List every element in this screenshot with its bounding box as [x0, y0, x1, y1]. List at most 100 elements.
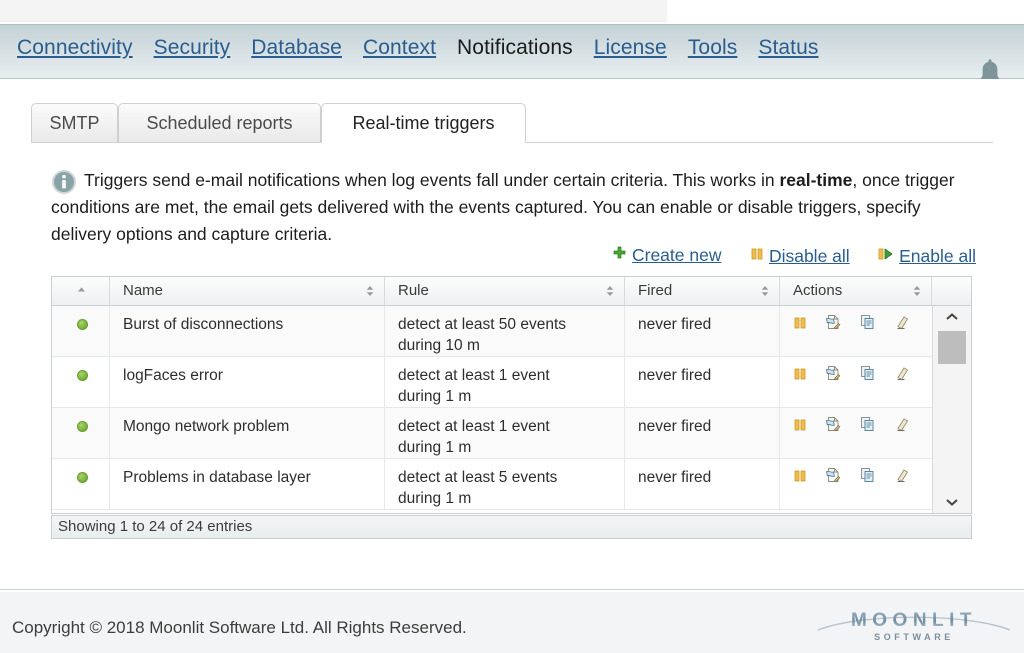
- copy-icon[interactable]: [860, 314, 876, 336]
- row-status-cell: [52, 357, 110, 408]
- pause-play-icon: [878, 247, 894, 266]
- table-header-spacer: [932, 277, 971, 305]
- row-actions-cell: [780, 408, 932, 459]
- table-vertical-scrollbar[interactable]: [932, 306, 971, 513]
- table-header-status[interactable]: [52, 277, 110, 305]
- info-text-emphasis: real-time: [779, 170, 853, 190]
- rule-line-1: detect at least 50 events: [398, 316, 567, 333]
- scrollbar-thumb[interactable]: [938, 331, 966, 364]
- tab-scheduled-reports[interactable]: Scheduled reports: [118, 103, 321, 143]
- erase-icon[interactable]: [894, 365, 910, 387]
- nav-item-database[interactable]: Database: [251, 36, 342, 60]
- row-actions-cell: [780, 306, 932, 357]
- tab-real-time-triggers[interactable]: Real-time triggers: [321, 103, 526, 143]
- erase-icon[interactable]: [894, 314, 910, 336]
- pause-icon[interactable]: [793, 315, 807, 336]
- row-name-cell: Burst of disconnections: [110, 306, 385, 357]
- status-enabled-icon: [77, 472, 88, 483]
- status-enabled-icon: [77, 421, 88, 432]
- pause-icon[interactable]: [793, 366, 807, 387]
- table-header-rule-label: Rule: [398, 282, 429, 299]
- table-row[interactable]: Problems in database layer detect at lea…: [52, 459, 932, 510]
- table-status-bar: Showing 1 to 24 of 24 entries: [51, 515, 972, 539]
- erase-icon[interactable]: [894, 416, 910, 438]
- tab-smtp[interactable]: SMTP: [31, 103, 118, 143]
- table-header-actions[interactable]: Actions: [780, 277, 932, 305]
- test-trigger-icon[interactable]: [825, 314, 841, 336]
- rule-line-2: during 1 m: [398, 439, 472, 456]
- nav-item-context[interactable]: Context: [363, 36, 436, 60]
- row-status-cell: [52, 306, 110, 357]
- rule-line-1: detect at least 1 event: [398, 418, 550, 435]
- pause-icon[interactable]: [793, 468, 807, 489]
- status-enabled-icon: [77, 370, 88, 381]
- row-name-cell: logFaces error: [110, 357, 385, 408]
- row-status-cell: [52, 459, 110, 510]
- nav-item-tools[interactable]: Tools: [688, 36, 738, 60]
- row-fired-cell: never fired: [625, 306, 780, 357]
- enable-all-button[interactable]: Enable all: [878, 246, 976, 267]
- rule-line-2: during 1 m: [398, 388, 472, 405]
- table-header-fired[interactable]: Fired: [625, 277, 780, 305]
- browser-top-strip: [0, 0, 1024, 24]
- test-trigger-icon[interactable]: [825, 467, 841, 489]
- row-rule-cell: detect at least 1 event during 1 m: [385, 408, 625, 459]
- info-icon: [52, 170, 76, 194]
- rule-line-1: detect at least 5 events: [398, 469, 558, 486]
- info-text: Triggers send e-mail notifications when …: [51, 167, 976, 248]
- page-footer: Copyright © 2018 Moonlit Software Ltd. A…: [0, 591, 1024, 653]
- enable-all-label: Enable all: [899, 245, 976, 266]
- info-text-part1: Triggers send e-mail notifications when …: [84, 170, 780, 190]
- table-body: Burst of disconnections detect at least …: [52, 306, 932, 513]
- row-name-cell: Mongo network problem: [110, 408, 385, 459]
- nav-item-license[interactable]: License: [594, 36, 667, 60]
- svg-text:MOONLIT: MOONLIT: [851, 610, 977, 631]
- table-header-rule[interactable]: Rule: [385, 277, 625, 305]
- test-trigger-icon[interactable]: [825, 365, 841, 387]
- nav-item-security[interactable]: Security: [154, 36, 231, 60]
- copyright-text: Copyright © 2018 Moonlit Software Ltd. A…: [12, 618, 467, 637]
- table-header-row: Name Rule Fired Actions: [52, 277, 971, 306]
- row-actions-cell: [780, 357, 932, 408]
- svg-text:SOFTWARE: SOFTWARE: [874, 632, 954, 642]
- table-row[interactable]: logFaces error detect at least 1 event d…: [52, 357, 932, 408]
- table-header-name-label: Name: [123, 282, 164, 299]
- table-row[interactable]: Burst of disconnections detect at least …: [52, 306, 932, 357]
- pause-icon: [750, 247, 764, 266]
- erase-icon[interactable]: [894, 467, 910, 489]
- scroll-down-icon[interactable]: [933, 491, 971, 513]
- row-fired-cell: never fired: [625, 357, 780, 408]
- disable-all-label: Disable all: [768, 245, 850, 266]
- copy-icon[interactable]: [860, 416, 876, 438]
- plus-icon: [612, 246, 627, 266]
- table-header-actions-label: Actions: [793, 282, 843, 299]
- create-new-label: Create new: [631, 245, 722, 265]
- nav-item-notifications[interactable]: Notifications: [457, 36, 573, 60]
- nav-item-connectivity[interactable]: Connectivity: [17, 36, 133, 60]
- copy-icon[interactable]: [860, 365, 876, 387]
- nav-links: Connectivity Security Database Context Notif…: [17, 36, 840, 60]
- pause-icon[interactable]: [793, 417, 807, 438]
- table-header-name[interactable]: Name: [110, 277, 385, 305]
- table-action-links: Create new Disable all Enable all: [588, 245, 976, 267]
- moonlit-software-logo: MOONLIT SOFTWARE: [816, 606, 1012, 646]
- disable-all-button[interactable]: Disable all: [750, 246, 850, 267]
- main-navigation-bar: Connectivity Security Database Context Notif…: [0, 24, 1024, 84]
- browser-tab-stub: [0, 0, 667, 22]
- info-block: Triggers send e-mail notifications when …: [51, 167, 976, 248]
- scroll-up-icon[interactable]: [933, 306, 971, 328]
- test-trigger-icon[interactable]: [825, 416, 841, 438]
- row-status-cell: [52, 408, 110, 459]
- row-name-cell: Problems in database layer: [110, 459, 385, 510]
- table-header-fired-label: Fired: [638, 282, 673, 299]
- row-rule-cell: detect at least 5 events during 1 m: [385, 459, 625, 510]
- nav-item-status[interactable]: Status: [758, 36, 818, 60]
- table-row[interactable]: Mongo network problem detect at least 1 …: [52, 408, 932, 459]
- row-actions-cell: [780, 459, 932, 510]
- rule-line-2: during 1 m: [398, 490, 472, 507]
- row-fired-cell: never fired: [625, 408, 780, 459]
- create-new-button[interactable]: Create new: [612, 245, 722, 266]
- tab-strip: SMTP Scheduled reports Real-time trigger…: [31, 103, 993, 143]
- copy-icon[interactable]: [860, 467, 876, 489]
- status-enabled-icon: [77, 319, 88, 330]
